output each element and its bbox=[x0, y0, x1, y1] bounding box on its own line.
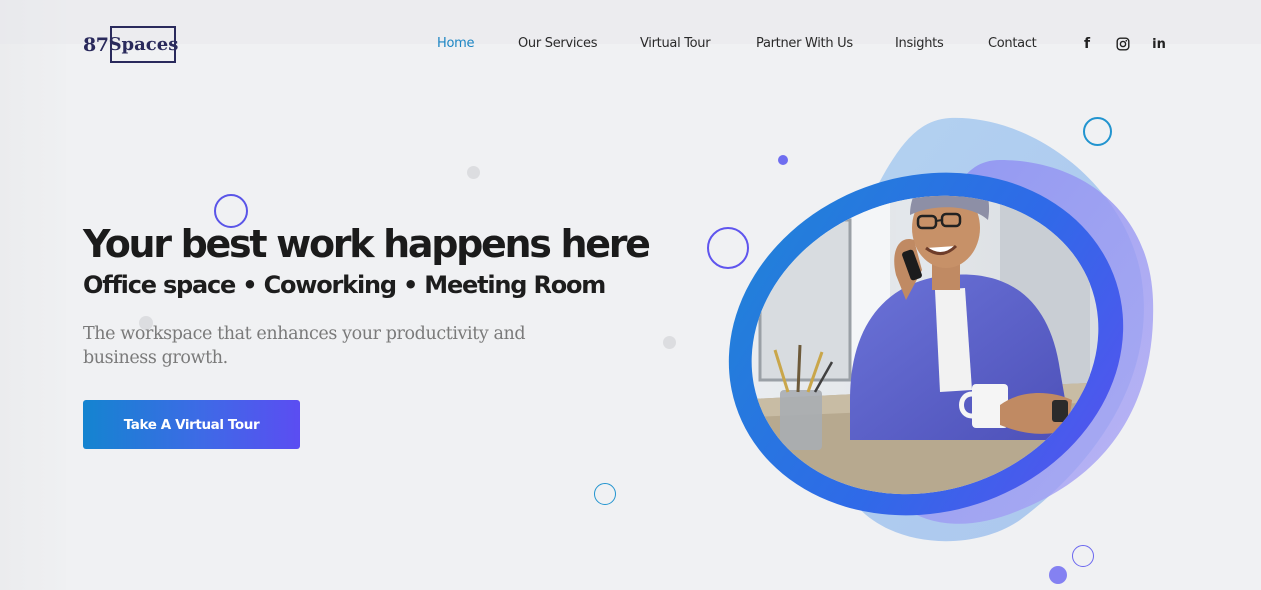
hero-subhead: Office space • Coworking • Meeting Room bbox=[83, 271, 606, 299]
decorative-ring bbox=[594, 483, 616, 505]
nav-virtual-tour[interactable]: Virtual Tour bbox=[640, 36, 711, 51]
site-logo[interactable]: 87 Spaces bbox=[83, 26, 178, 63]
facebook-icon[interactable]: f bbox=[1079, 35, 1095, 53]
header-band bbox=[0, 0, 1261, 44]
instagram-icon[interactable] bbox=[1115, 35, 1131, 53]
linkedin-icon[interactable]: in bbox=[1151, 35, 1167, 53]
nav-insights[interactable]: Insights bbox=[895, 36, 944, 51]
logo-number: 87 bbox=[83, 33, 109, 56]
nav-home[interactable]: Home bbox=[437, 36, 475, 51]
hero-headline: Your best work happens here bbox=[83, 222, 651, 266]
decorative-dot bbox=[663, 336, 676, 349]
nav-contact[interactable]: Contact bbox=[988, 36, 1037, 51]
decorative-dot bbox=[467, 166, 480, 179]
hero-image bbox=[700, 100, 1180, 560]
logo-word: Spaces bbox=[109, 26, 178, 63]
nav-partner-with-us[interactable]: Partner With Us bbox=[756, 36, 853, 51]
decorative-dot bbox=[1049, 566, 1067, 584]
take-virtual-tour-button[interactable]: Take A Virtual Tour bbox=[83, 400, 300, 449]
nav-our-services[interactable]: Our Services bbox=[518, 36, 597, 51]
background-shade bbox=[0, 0, 66, 590]
hero-description: The workspace that enhances your product… bbox=[83, 324, 526, 368]
